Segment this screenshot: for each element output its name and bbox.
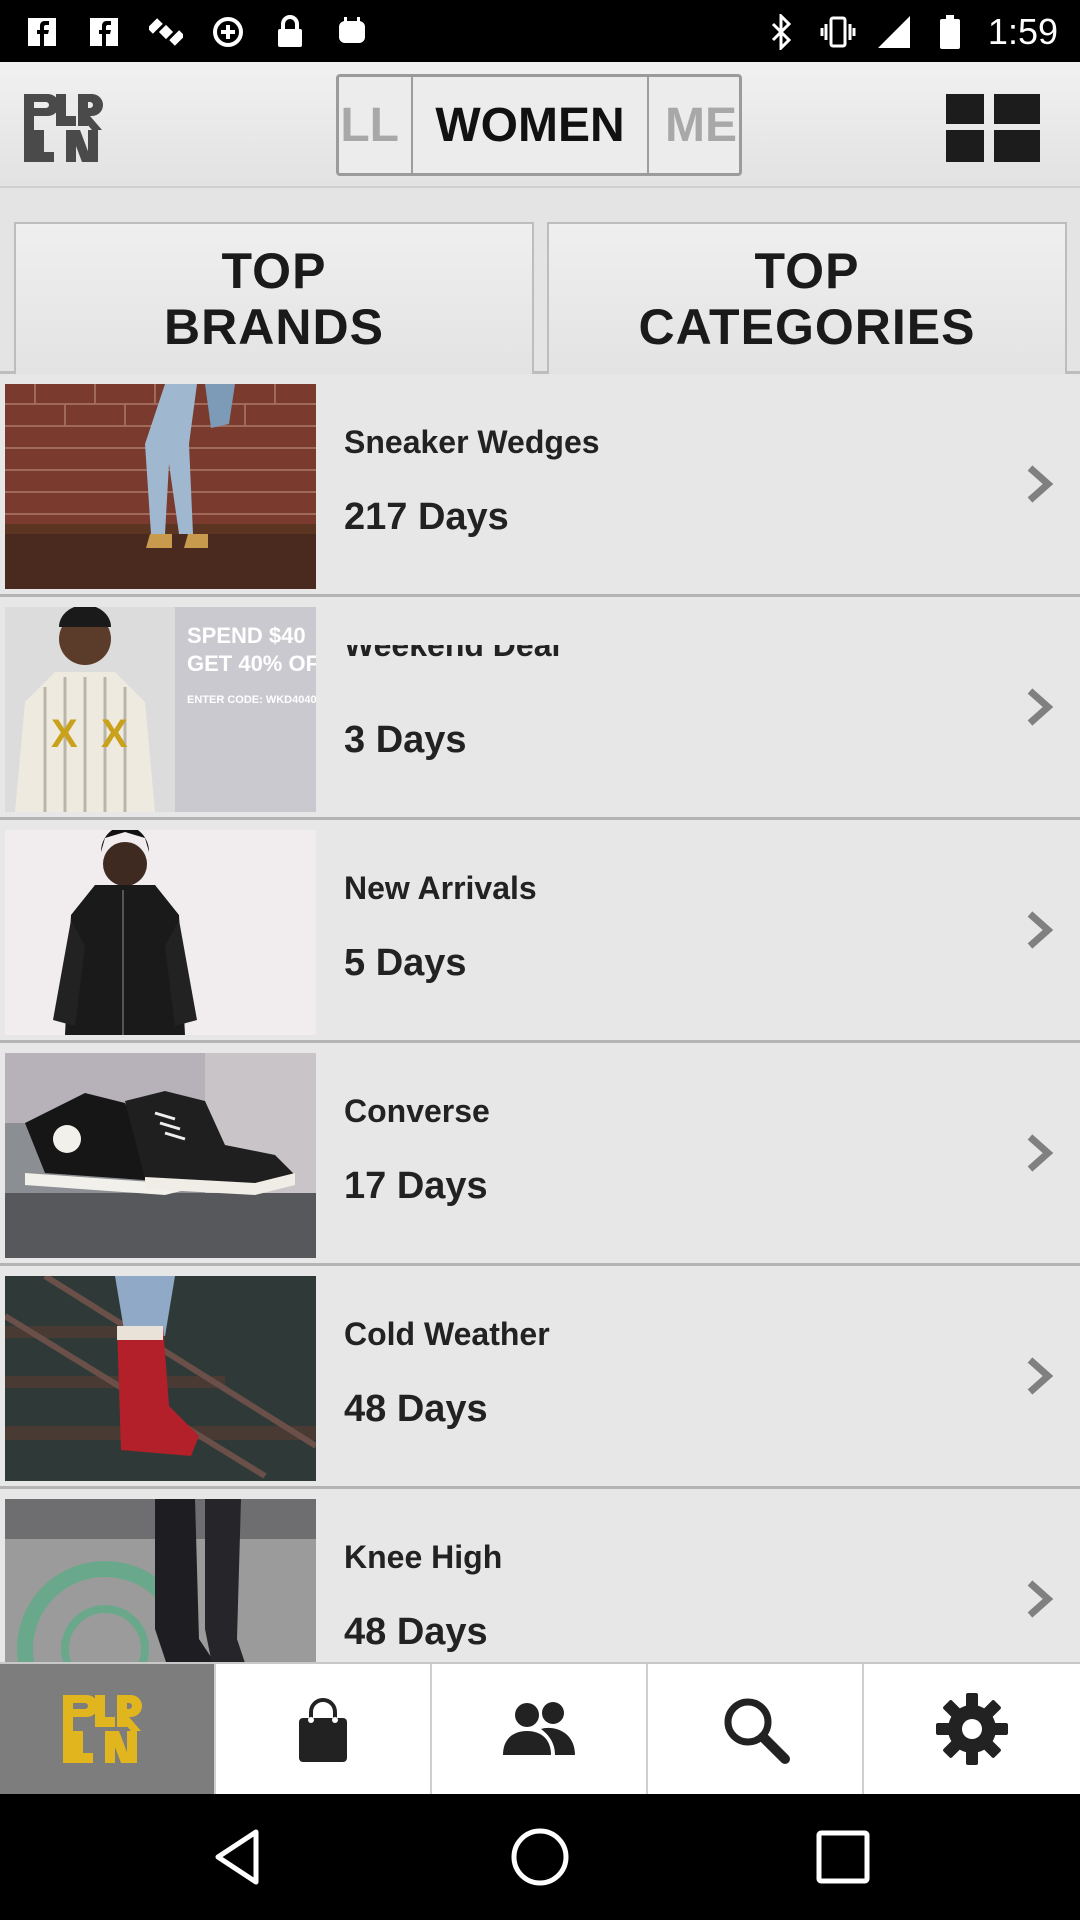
chevron-right-icon: [1022, 1579, 1056, 1619]
black-hoodie-model-photo: [5, 830, 316, 1035]
bottom-tab-bar: [0, 1662, 1080, 1794]
facebook-icon: [86, 14, 122, 50]
list-item-title-text: Weekend Deal: [344, 645, 561, 663]
search-icon: [724, 1698, 790, 1764]
clock: 1:59: [987, 11, 1058, 52]
tab-all[interactable]: LL: [339, 77, 413, 173]
system-nav-bar: [0, 1794, 1080, 1920]
list-item-title: Converse: [344, 1093, 490, 1129]
top-brands-button[interactable]: TOP BRANDS: [14, 222, 534, 374]
top-sections: TOP BRANDS TOP CATEGORIES: [0, 188, 1080, 374]
grid-view-icon[interactable]: [944, 92, 1044, 164]
plnr-logo-icon: [63, 1695, 142, 1763]
tab-friends[interactable]: [430, 1664, 646, 1794]
woman-in-jeans-and-boots-photo: [5, 384, 316, 589]
list-item-title: Sneaker Wedges: [344, 424, 600, 460]
app-header: LL WOMEN ME: [0, 62, 1080, 188]
chevron-right-icon: [1022, 1356, 1056, 1396]
data-saver-icon: [210, 14, 246, 50]
list-item-days: 217 Days: [344, 496, 509, 538]
red-boots-photo: [5, 1276, 316, 1481]
promo-text-line1: SPEND $40: [187, 623, 306, 648]
gender-tabs: LL WOMEN ME: [336, 74, 742, 176]
list-item[interactable]: Converse 17 Days: [0, 1043, 1080, 1266]
hoodie-promo-photo: X X SPEND $40 GET 40% OF ENTER CODE: WKD…: [5, 607, 316, 812]
sale-list: Sneaker Wedges 217 Days X X SPEND $40 GE…: [0, 374, 1080, 1662]
back-icon[interactable]: [206, 1824, 272, 1890]
settings-gear-icon: [936, 1693, 1008, 1765]
svg-text:X: X: [101, 712, 128, 756]
bluetooth-icon: [764, 14, 800, 50]
people-icon: [503, 1702, 575, 1755]
svg-text:X: X: [51, 712, 78, 756]
chevron-right-icon: [1022, 910, 1056, 950]
list-item[interactable]: Cold Weather 48 Days: [0, 1266, 1080, 1489]
promo-code: ENTER CODE: WKD4040: [187, 694, 316, 706]
promo-text-line2: GET 40% OF: [187, 651, 316, 676]
chevron-right-icon: [1022, 464, 1056, 504]
tab-women[interactable]: WOMEN: [413, 77, 649, 173]
satellite-icon: [148, 14, 184, 50]
status-bar: 1:59: [0, 0, 1080, 62]
chevron-right-icon: [1022, 1133, 1056, 1173]
list-item[interactable]: Sneaker Wedges 217 Days: [0, 374, 1080, 597]
facebook-icon: [24, 14, 60, 50]
knee-high-boots-photo: [5, 1499, 316, 1662]
tab-settings[interactable]: [862, 1664, 1080, 1794]
list-item[interactable]: X X SPEND $40 GET 40% OF ENTER CODE: WKD…: [0, 597, 1080, 820]
list-item-days: 3 Days: [344, 719, 467, 761]
top-categories-label: TOP CATEGORIES: [638, 243, 976, 355]
top-categories-button[interactable]: TOP CATEGORIES: [547, 222, 1067, 374]
list-item-title: Knee High: [344, 1539, 503, 1575]
top-brands-label: TOP BRANDS: [164, 243, 384, 355]
lock-icon: [272, 14, 308, 50]
list-item-title: New Arrivals: [344, 870, 537, 906]
vibrate-icon: [820, 14, 856, 50]
battery-icon: [932, 14, 968, 50]
list-item-title: Cold Weather: [344, 1316, 550, 1352]
list-item[interactable]: New Arrivals 5 Days: [0, 820, 1080, 1043]
tab-shopping-bag[interactable]: [214, 1664, 430, 1794]
tab-home-logo[interactable]: [0, 1664, 214, 1794]
list-item-title: Weekend Deal: [344, 645, 560, 665]
tab-men[interactable]: ME: [649, 77, 739, 173]
home-icon[interactable]: [507, 1824, 573, 1890]
chevron-right-icon: [1022, 687, 1056, 727]
list-item-days: 5 Days: [344, 942, 467, 984]
list-item[interactable]: Knee High 48 Days: [0, 1489, 1080, 1662]
list-item-days: 17 Days: [344, 1165, 488, 1207]
shopping-bag-icon: [299, 1698, 347, 1762]
list-item-days: 48 Days: [344, 1611, 488, 1653]
converse-sneakers-photo: [5, 1053, 316, 1258]
list-item-days: 48 Days: [344, 1388, 488, 1430]
tab-search[interactable]: [646, 1664, 862, 1794]
android-debug-icon: [334, 14, 370, 50]
signal-icon: [876, 14, 912, 50]
app-logo[interactable]: [22, 90, 114, 166]
recents-icon[interactable]: [810, 1824, 876, 1890]
